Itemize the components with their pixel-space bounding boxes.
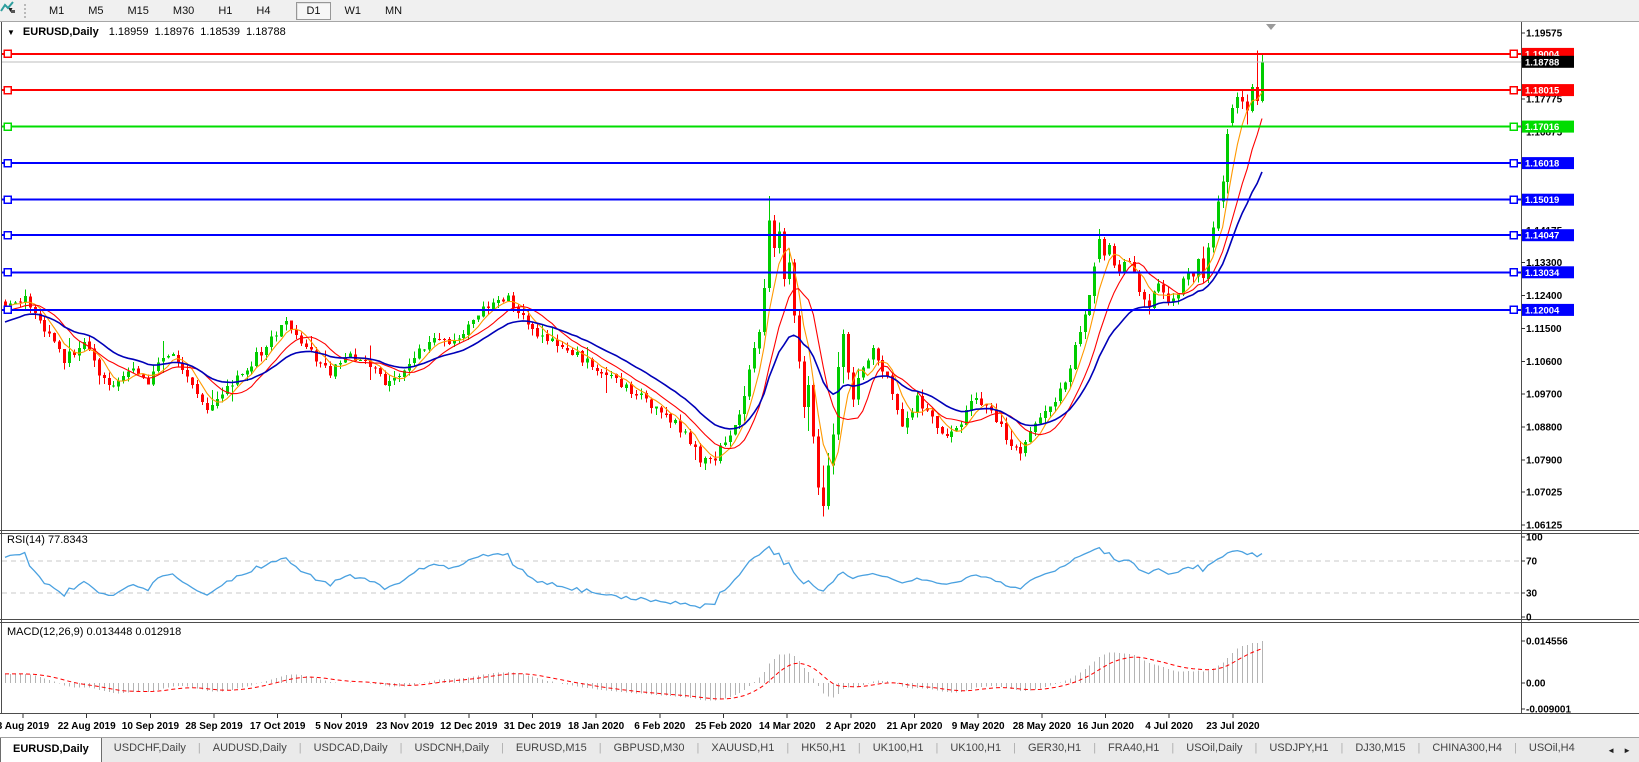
svg-text:17 Oct 2019: 17 Oct 2019 [250, 721, 306, 732]
svg-text:22 Aug 2019: 22 Aug 2019 [58, 721, 116, 732]
svg-text:1.19575: 1.19575 [1526, 29, 1563, 40]
chart-tab-USOil-H4[interactable]: USOil,H4 [1517, 738, 1587, 762]
high-value: 1.18976 [154, 26, 194, 38]
chart-tab-AUDUSD-Daily[interactable]: AUDUSD,Daily [201, 738, 299, 762]
svg-text:0.014556: 0.014556 [1526, 637, 1568, 648]
svg-text:23 Jul 2020: 23 Jul 2020 [1206, 721, 1260, 732]
timeframe-button-H4[interactable]: H4 [246, 2, 280, 20]
svg-text:4 Jul 2020: 4 Jul 2020 [1145, 721, 1193, 732]
svg-text:1.13034: 1.13034 [1525, 268, 1560, 279]
chart-tab-UK100-H1[interactable]: UK100,H1 [861, 738, 936, 762]
toolbar-grip[interactable] [24, 4, 29, 18]
chart-tab-CHINA300-H4[interactable]: CHINA300,H4 [1420, 738, 1514, 762]
chart-tab-DJ30-M15[interactable]: DJ30,M15 [1343, 738, 1417, 762]
timeframe-button-W1[interactable]: W1 [335, 2, 372, 20]
svg-text:9 May 2020: 9 May 2020 [952, 721, 1005, 732]
svg-text:1.06125: 1.06125 [1526, 521, 1563, 532]
svg-text:1.14047: 1.14047 [1525, 231, 1559, 242]
svg-text:14 Mar 2020: 14 Mar 2020 [759, 721, 816, 732]
period-toolbar: ▼ M1M5M15M30H1H4D1W1MN [0, 0, 1639, 22]
svg-text:10 Sep 2019: 10 Sep 2019 [122, 721, 180, 732]
symbol-label: EURUSD,Daily [23, 26, 99, 38]
timeframe-button-M15[interactable]: M15 [118, 2, 159, 20]
ohlc-values: 1.18959 1.18976 1.18539 1.18788 [109, 26, 292, 38]
chart-tab-USDCNH-Daily[interactable]: USDCNH,Daily [402, 738, 501, 762]
chart-tab-GBPUSD-M30[interactable]: GBPUSD,M30 [602, 738, 697, 762]
svg-text:100: 100 [1526, 533, 1543, 544]
svg-text:1.09700: 1.09700 [1526, 390, 1563, 401]
svg-text:0: 0 [1526, 613, 1532, 624]
svg-text:5 Nov 2019: 5 Nov 2019 [315, 721, 368, 732]
timeframe-button-M30[interactable]: M30 [163, 2, 204, 20]
svg-text:16 Jun 2020: 16 Jun 2020 [1077, 721, 1134, 732]
svg-text:1.18015: 1.18015 [1525, 86, 1560, 97]
tabs-scroll-left-icon[interactable]: ◄ [1607, 746, 1615, 755]
svg-text:-0.009001: -0.009001 [1526, 705, 1571, 716]
open-value: 1.18959 [109, 26, 149, 38]
chart-tab-USDJPY-H1[interactable]: USDJPY,H1 [1257, 738, 1340, 762]
timeframe-button-M5[interactable]: M5 [78, 2, 113, 20]
svg-text:3 Aug 2019: 3 Aug 2019 [0, 721, 50, 732]
svg-text:25 Feb 2020: 25 Feb 2020 [695, 721, 752, 732]
svg-text:1.08800: 1.08800 [1526, 423, 1563, 434]
chart-tab-USOil-Daily[interactable]: USOil,Daily [1174, 738, 1254, 762]
chart-tab-UK100-H1[interactable]: UK100,H1 [938, 738, 1013, 762]
svg-text:1.07025: 1.07025 [1526, 488, 1563, 499]
chart-tab-XAUUSD-H1[interactable]: XAUUSD,H1 [699, 738, 786, 762]
svg-text:0.00: 0.00 [1526, 679, 1546, 690]
timeframe-buttons: M1M5 M15M30H1H4 D1 W1MN [37, 1, 414, 20]
svg-text:21 Apr 2020: 21 Apr 2020 [887, 721, 943, 732]
chart-tab-USDCHF-Daily[interactable]: USDCHF,Daily [102, 738, 198, 762]
chart-tab-FRA40-H1[interactable]: FRA40,H1 [1096, 738, 1171, 762]
svg-text:1.18788: 1.18788 [1525, 57, 1559, 68]
timeframe-button-M1[interactable]: M1 [39, 2, 74, 20]
low-value: 1.18539 [200, 26, 240, 38]
svg-text:30: 30 [1526, 589, 1538, 600]
timeframe-button-MN[interactable]: MN [375, 2, 412, 20]
chart-tab-EURUSD-Daily[interactable]: EURUSD,Daily [0, 737, 102, 762]
svg-text:70: 70 [1526, 557, 1538, 568]
svg-text:23 Nov 2019: 23 Nov 2019 [376, 721, 434, 732]
close-value: 1.18788 [246, 26, 286, 38]
svg-text:1.17016: 1.17016 [1525, 122, 1559, 133]
svg-text:1.15019: 1.15019 [1525, 195, 1559, 206]
svg-text:1.10600: 1.10600 [1526, 357, 1563, 368]
chart-tab-USDCAD-Daily[interactable]: USDCAD,Daily [302, 738, 400, 762]
svg-text:1.11500: 1.11500 [1526, 324, 1562, 335]
svg-text:12 Dec 2019: 12 Dec 2019 [440, 721, 498, 732]
chart-tabs: EURUSD,DailyUSDCHF,Daily|AUDUSD,Daily|US… [0, 737, 1639, 762]
macd-label: MACD(12,26,9) 0.013448 0.012918 [7, 626, 181, 638]
timeframe-button-H1[interactable]: H1 [208, 2, 242, 20]
chart-tab-EURUSD-M15[interactable]: EURUSD,M15 [504, 738, 599, 762]
svg-text:18 Jan 2020: 18 Jan 2020 [568, 721, 625, 732]
svg-text:31 Dec 2019: 31 Dec 2019 [504, 721, 562, 732]
svg-text:1.12004: 1.12004 [1525, 305, 1560, 316]
svg-text:6 Feb 2020: 6 Feb 2020 [634, 721, 686, 732]
svg-text:2 Apr 2020: 2 Apr 2020 [826, 721, 877, 732]
chart-tab-HK50-H1[interactable]: HK50,H1 [789, 738, 858, 762]
svg-text:1.16018: 1.16018 [1525, 159, 1559, 170]
symbol-dropdown-icon[interactable]: ▼ [7, 28, 15, 37]
rsi-label: RSI(14) 77.8343 [7, 534, 88, 546]
chart-tab-GER30-H1[interactable]: GER30,H1 [1016, 738, 1093, 762]
svg-text:28 May 2020: 28 May 2020 [1013, 721, 1072, 732]
svg-text:28 Sep 2019: 28 Sep 2019 [185, 721, 243, 732]
svg-text:1.12400: 1.12400 [1526, 291, 1563, 302]
chart-title: ▼ EURUSD,Daily 1.189591.189761.185391.18… [7, 26, 292, 38]
price-chart-canvas[interactable]: 1.195751.188751.177751.168751.141751.133… [0, 0, 1639, 761]
svg-text:1.07900: 1.07900 [1526, 456, 1563, 467]
tabs-scroll-right-icon[interactable]: ► [1623, 746, 1631, 755]
timeframe-button-D1[interactable]: D1 [296, 2, 330, 20]
